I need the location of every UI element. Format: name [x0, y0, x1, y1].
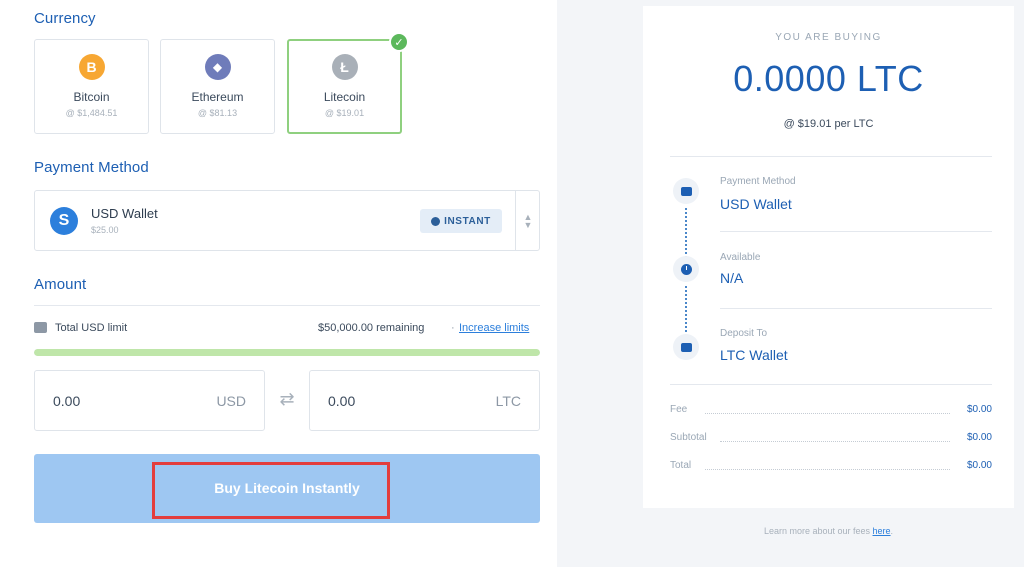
limit-progress-bar [34, 349, 540, 356]
limit-remaining: $50,000.00 remaining [318, 322, 425, 334]
currency-name: Bitcoin [73, 90, 110, 104]
currency-name: Ethereum [191, 90, 244, 104]
ethereum-icon: ◆ [204, 54, 231, 80]
buying-amount: 0.0000 LTC [733, 58, 924, 99]
ltc-amount-input[interactable]: 0.00 LTC [309, 370, 540, 431]
currency-price: @ $1,484.51 [65, 108, 118, 118]
fees-link[interactable]: here [873, 526, 891, 536]
increase-limits-link[interactable]: Increase limits [459, 322, 529, 334]
timeline-connector [685, 286, 687, 332]
usd-amount-value: 0.00 [53, 393, 81, 409]
buy-form-panel: Currency B Bitcoin @ $1,484.51 ◆ Ethereu… [0, 0, 557, 567]
fees-note-text: Learn more about our fees [763, 526, 873, 536]
subtotal-value: $0.00 [966, 432, 992, 443]
currency-name: Litecoin [323, 90, 366, 104]
wallet-icon [673, 178, 699, 204]
amount-title: Amount [34, 276, 87, 293]
swap-icon[interactable]: ⇄ [276, 388, 298, 410]
wallet-icon [673, 334, 699, 360]
payment-method-title: Payment Method [34, 159, 149, 176]
payment-method-select[interactable]: S USD Wallet $25.00 INSTANT ▲ ▼ [34, 190, 540, 251]
step-label: Available [720, 252, 761, 263]
divider [720, 308, 992, 309]
ltc-unit: LTC [495, 393, 521, 409]
fee-row: Fee $0.00 [670, 404, 992, 418]
highlight-box [152, 462, 390, 519]
limit-label: Total USD limit [55, 322, 128, 334]
instant-label: INSTANT [444, 215, 491, 227]
bitcoin-icon: B [78, 54, 105, 80]
currency-price: @ $81.13 [197, 108, 238, 118]
ltc-amount-value: 0.00 [328, 393, 356, 409]
limit-icon [34, 322, 47, 333]
currency-option-bitcoin[interactable]: B Bitcoin @ $1,484.51 [34, 39, 149, 134]
usd-wallet-icon: S [50, 207, 78, 235]
step-label: Payment Method [720, 176, 796, 187]
select-stepper[interactable]: ▲ ▼ [515, 191, 540, 250]
step-value: LTC Wallet [720, 347, 788, 363]
buying-heading: YOU ARE BUYING [775, 32, 882, 43]
subtotal-label: Subtotal [670, 432, 707, 443]
fee-value: $0.00 [966, 404, 992, 415]
dot-leader [720, 441, 950, 442]
subtotal-row: Subtotal $0.00 [670, 432, 992, 446]
total-row: Total $0.00 [670, 460, 992, 474]
timeline-connector [685, 208, 687, 258]
total-value: $0.00 [966, 460, 992, 471]
currency-price: @ $19.01 [324, 108, 365, 118]
fees-note-end: . [890, 526, 894, 536]
exchange-rate: @ $19.01 per LTC [783, 118, 874, 130]
wallet-name: USD Wallet [91, 206, 158, 221]
limit-progress-fill [34, 349, 540, 356]
dot-leader [705, 469, 950, 470]
check-icon: ✓ [389, 32, 409, 52]
step-label: Deposit To [720, 328, 768, 339]
step-value: N/A [720, 270, 744, 286]
chevron-down-icon: ▼ [523, 219, 533, 230]
litecoin-icon: Ł [331, 54, 358, 80]
dot-leader [705, 413, 950, 414]
currency-title: Currency [34, 10, 96, 27]
limit-separator: · [451, 322, 455, 334]
divider [34, 305, 540, 306]
step-value: USD Wallet [720, 196, 792, 212]
summary-panel: YOU ARE BUYING 0.0000 LTC @ $19.01 per L… [557, 0, 1024, 567]
divider [670, 156, 992, 157]
usd-amount-input[interactable]: 0.00 USD [34, 370, 265, 431]
fees-note: Learn more about our fees here. [643, 526, 1014, 536]
usd-unit: USD [216, 393, 246, 409]
clock-icon [673, 256, 699, 282]
divider [670, 384, 992, 385]
currency-option-ethereum[interactable]: ◆ Ethereum @ $81.13 [160, 39, 275, 134]
total-label: Total [670, 460, 692, 471]
order-summary-card: YOU ARE BUYING 0.0000 LTC @ $19.01 per L… [643, 6, 1014, 508]
instant-badge: INSTANT [420, 209, 502, 233]
fee-label: Fee [670, 404, 688, 415]
divider [720, 231, 992, 232]
currency-option-litecoin[interactable]: ✓ Ł Litecoin @ $19.01 [287, 32, 409, 134]
wallet-balance: $25.00 [91, 225, 119, 235]
instant-icon [431, 216, 441, 226]
